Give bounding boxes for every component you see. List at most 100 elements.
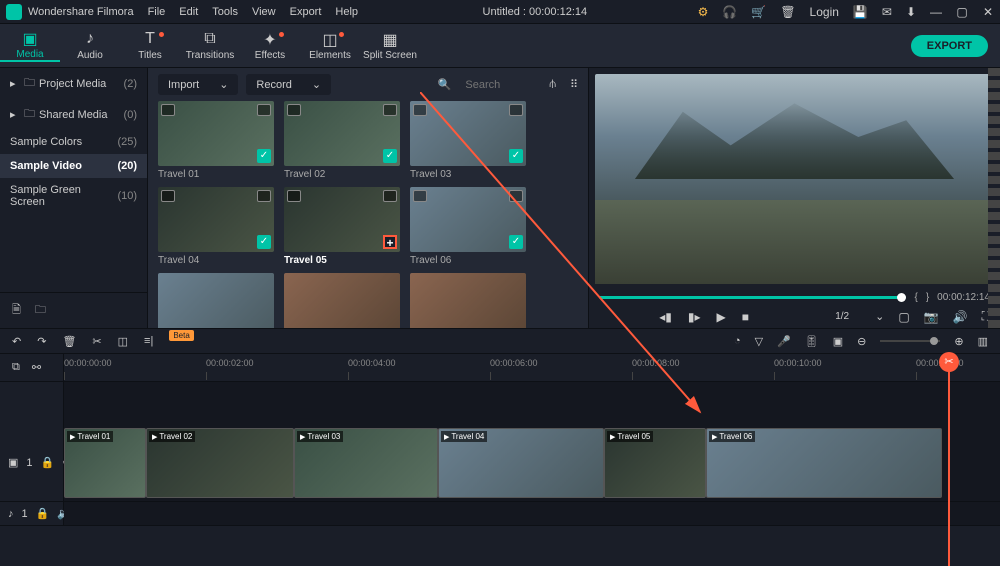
- video-track-body[interactable]: Travel 01 Travel 02 Travel 03 Travel 04 …: [64, 424, 1000, 501]
- audio-track-body[interactable]: [64, 502, 1000, 525]
- timeline-clip[interactable]: Travel 02: [146, 428, 294, 498]
- maximize-button[interactable]: ▢: [956, 5, 968, 19]
- download-icon[interactable]: ⬇: [906, 5, 916, 19]
- zoom-out-icon[interactable]: ⊖: [857, 335, 866, 348]
- clip-type-icon: [413, 190, 427, 202]
- cart-icon[interactable]: 🛒: [751, 5, 766, 19]
- sidebar-item-shared-media[interactable]: ▸🗀Shared Media(0): [0, 99, 147, 130]
- media-clip[interactable]: ✓Travel 04: [158, 187, 274, 269]
- media-clip[interactable]: +Travel 05: [284, 187, 400, 269]
- tab-audio[interactable]: ♪Audio: [60, 30, 120, 61]
- redo-button[interactable]: ↷: [37, 335, 46, 348]
- crop-button[interactable]: ◫: [118, 335, 128, 348]
- headset-icon[interactable]: 🎧: [722, 5, 737, 19]
- media-clip[interactable]: ✓Travel 06: [410, 187, 526, 269]
- badge-dot: [159, 32, 164, 37]
- video-track-icon[interactable]: ▣: [8, 456, 18, 469]
- timeline-clip[interactable]: Travel 01: [64, 428, 146, 498]
- new-folder-icon[interactable]: 🗀: [35, 301, 46, 320]
- timeline-clip[interactable]: Travel 04: [438, 428, 604, 498]
- media-clip[interactable]: [158, 273, 274, 328]
- speed-icon[interactable]: ◔: [734, 335, 741, 347]
- audio-icon: ♪: [60, 30, 120, 48]
- audio-track-icon[interactable]: ♪: [8, 508, 14, 520]
- marker-icon[interactable]: ▽: [755, 335, 763, 348]
- media-clip[interactable]: [284, 273, 400, 328]
- volume-icon[interactable]: 🔊: [953, 310, 968, 324]
- chevron-down-icon[interactable]: ⌄: [875, 310, 884, 323]
- sidebar-item-sample-colors[interactable]: Sample Colors(25): [0, 130, 147, 154]
- lock-icon[interactable]: 🔒: [41, 456, 55, 469]
- save-icon[interactable]: 💾: [853, 5, 868, 19]
- stop-button[interactable]: ■: [742, 310, 749, 324]
- menu-view[interactable]: View: [252, 6, 276, 18]
- menu-export[interactable]: Export: [290, 6, 322, 18]
- search-input[interactable]: [465, 79, 535, 91]
- grid-view-icon[interactable]: ⠿: [570, 78, 578, 91]
- brace-left[interactable]: {: [914, 292, 917, 303]
- zoom-handle[interactable]: [930, 337, 938, 345]
- media-clip[interactable]: ✓Travel 02: [284, 101, 400, 183]
- timeline-clip[interactable]: Travel 03: [294, 428, 438, 498]
- prev-frame-button[interactable]: ◂▮: [659, 310, 672, 324]
- snap-icon[interactable]: ⧉: [12, 361, 20, 374]
- tab-splitscreen[interactable]: ▦Split Screen: [360, 30, 420, 61]
- media-clip[interactable]: ✓Travel 01: [158, 101, 274, 183]
- tab-titles[interactable]: TTitles: [120, 30, 180, 61]
- sidebar-item-sample-video[interactable]: Sample Video(20): [0, 154, 147, 178]
- brace-right[interactable]: }: [926, 292, 929, 303]
- preview-viewport[interactable]: [595, 74, 994, 284]
- timeline-clip[interactable]: Travel 05: [604, 428, 706, 498]
- mixer-icon[interactable]: 🎚: [805, 335, 819, 348]
- zoom-fit-icon[interactable]: ▥: [978, 335, 988, 348]
- lock-icon[interactable]: 🔒: [36, 507, 50, 520]
- zoom-slider[interactable]: [880, 340, 940, 342]
- menu-help[interactable]: Help: [335, 6, 358, 18]
- timeline-clip[interactable]: Travel 06: [706, 428, 942, 498]
- search-icon[interactable]: 🔍: [438, 78, 452, 91]
- menu-tools[interactable]: Tools: [212, 6, 238, 18]
- import-dropdown[interactable]: Import⌄: [158, 74, 238, 95]
- ruler-left: ⧉ ⚯: [0, 354, 64, 381]
- gear-icon[interactable]: ⚙: [698, 5, 709, 19]
- tab-effects[interactable]: ✦Effects: [240, 30, 300, 61]
- new-file-icon[interactable]: 🗎: [12, 301, 21, 320]
- sidebar-item-sample-green[interactable]: Sample Green Screen(10): [0, 178, 147, 214]
- tab-elements[interactable]: ◫Elements: [300, 30, 360, 61]
- play-button[interactable]: ▶: [717, 310, 726, 324]
- playhead[interactable]: ✂: [948, 356, 950, 566]
- tab-transitions[interactable]: ⧉Transitions: [180, 30, 240, 61]
- mail-icon[interactable]: ✉: [882, 5, 892, 19]
- record-dropdown[interactable]: Record⌄: [246, 74, 331, 95]
- trash-icon[interactable]: 🗑: [780, 5, 795, 19]
- zoom-in-icon[interactable]: ⊕: [954, 335, 963, 348]
- snapshot-icon[interactable]: 📷: [924, 310, 939, 324]
- audio-track: ♪ 1 🔒 🔈: [0, 502, 1000, 526]
- display-icon[interactable]: ▢: [898, 310, 909, 324]
- login-link[interactable]: Login: [810, 5, 839, 19]
- render-icon[interactable]: ▣: [833, 335, 843, 348]
- menu-file[interactable]: File: [148, 6, 166, 18]
- filter-icon[interactable]: ⫛: [549, 78, 556, 91]
- media-clip[interactable]: [410, 273, 526, 328]
- media-clip[interactable]: ✓Travel 03: [410, 101, 526, 183]
- audio-mixer-button[interactable]: ≡|: [144, 335, 153, 347]
- menu-edit[interactable]: Edit: [179, 6, 198, 18]
- scissors-icon[interactable]: ✂: [939, 352, 959, 372]
- add-icon[interactable]: +: [383, 235, 397, 249]
- link-icon[interactable]: ⚯: [32, 361, 41, 374]
- export-button[interactable]: EXPORT: [911, 35, 988, 57]
- next-frame-button[interactable]: ▮▸: [688, 310, 701, 324]
- seek-bar[interactable]: [599, 296, 906, 299]
- cut-button[interactable]: ✂: [92, 335, 101, 348]
- close-button[interactable]: ✕: [982, 5, 994, 19]
- delete-button[interactable]: 🗑: [62, 335, 76, 348]
- ruler-ticks[interactable]: 00:00:00:00 00:00:02:00 00:00:04:00 00:0…: [64, 354, 1000, 381]
- sidebar-item-project-media[interactable]: ▸🗀Project Media(2): [0, 68, 147, 99]
- seek-handle[interactable]: [897, 293, 906, 302]
- tab-media[interactable]: ▣Media: [0, 29, 60, 62]
- zoom-fraction[interactable]: 1/2: [823, 309, 861, 324]
- minimize-button[interactable]: —: [930, 5, 942, 19]
- undo-button[interactable]: ↶: [12, 335, 21, 348]
- mic-icon[interactable]: 🎤: [777, 335, 791, 348]
